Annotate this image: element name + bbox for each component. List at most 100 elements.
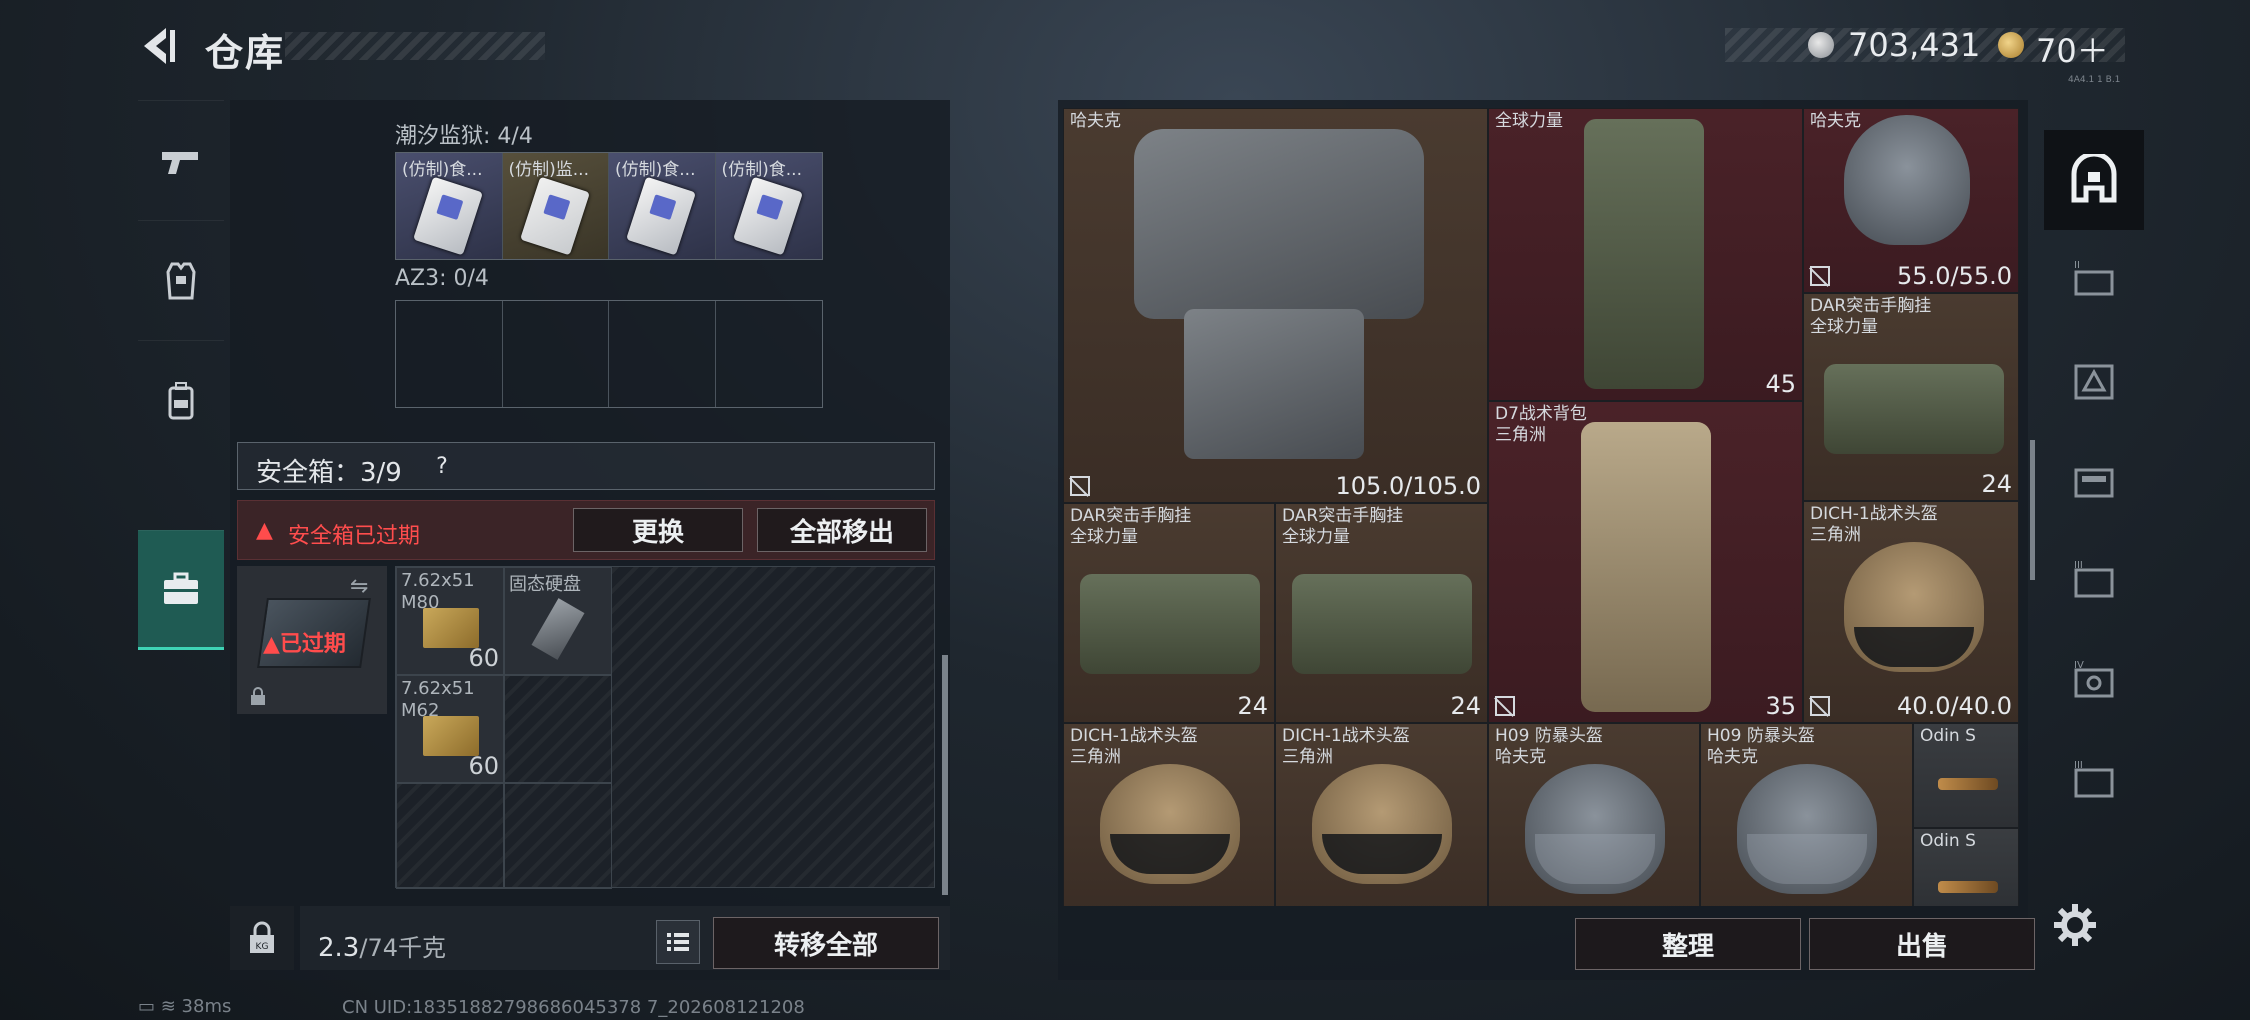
storage-item-d7-backpack[interactable]: D7战术背包 三角洲 35 [1488, 401, 1803, 723]
scope-image [1938, 778, 1998, 790]
keycard-icon [626, 176, 696, 256]
move-all-out-button[interactable]: 全部移出 [757, 508, 927, 552]
rail-safebox[interactable] [138, 530, 224, 650]
storage-item-backpack[interactable]: 全球力量 45 [1488, 108, 1803, 401]
category-rail [138, 100, 224, 680]
status-indicator: ▭ ≋ 38ms [138, 996, 232, 1017]
tab-storage-5[interactable]: IV [2044, 630, 2144, 730]
tab-storage-2[interactable] [2044, 330, 2144, 430]
storage-sub-icon: II [2074, 260, 2114, 296]
svg-text:III: III [2074, 760, 2083, 771]
expired-warning-text: 安全箱已过期 [288, 524, 421, 549]
storage-item-helmet[interactable]: 哈夫克 55.0/55.0 [1803, 108, 2019, 293]
storage-item-chest-rig[interactable]: DAR突击手胸挂 全球力量 24 [1803, 293, 2019, 501]
chest-rig-image [1080, 574, 1260, 674]
gold-coin-icon [1998, 32, 2024, 58]
container-slot[interactable]: (仿制)监... [502, 153, 609, 259]
silver-amount: 703,431 [1848, 26, 1981, 64]
rail-backpack[interactable] [138, 340, 224, 460]
storage-sub-icon: IV [2074, 660, 2114, 698]
replace-button[interactable]: 更换 [573, 508, 743, 552]
empty-slot[interactable] [503, 301, 609, 407]
storage-item-armor[interactable]: 哈夫克 105.0/105.0 [1063, 108, 1488, 503]
tab-storage-3[interactable] [2044, 430, 2144, 530]
storage-grid: 哈夫克 105.0/105.0 全球力量 45 哈夫克 55.0/55.0 DA… [1063, 108, 2019, 906]
rail-weapons[interactable] [138, 100, 224, 220]
storage-sub-icon: III [2074, 560, 2114, 598]
chest-rig-image [1824, 364, 2004, 454]
container-slot[interactable]: (仿制)食... [396, 153, 503, 259]
page-title: 仓库 [205, 31, 286, 75]
arrange-button[interactable]: 整理 [1575, 918, 1801, 970]
storage-sub-icon: III [2074, 760, 2114, 798]
svg-text:III: III [2074, 560, 2083, 571]
help-icon[interactable]: ? [427, 452, 457, 482]
empty-slot[interactable] [716, 301, 823, 407]
vest-icon [166, 262, 196, 299]
storage-item-scope[interactable]: Odin S [1913, 723, 2019, 828]
d7-backpack-image [1581, 422, 1711, 712]
kg-lock-icon: KG [250, 921, 274, 953]
storage-item-chest-rig[interactable]: DAR突击手胸挂 全球力量 24 [1063, 503, 1275, 723]
keycard-icon [732, 176, 803, 256]
chest-rig-image [1292, 574, 1472, 674]
ammo-box-icon [423, 608, 479, 648]
left-scrollbar[interactable] [942, 655, 948, 895]
ssd-slot[interactable]: 固态硬盘 [504, 567, 612, 675]
empty-slot[interactable] [504, 675, 612, 783]
sell-button[interactable]: 出售 [1809, 918, 2035, 970]
silver-coin-icon [1808, 32, 1834, 58]
gold-amount[interactable]: 70＋ [2036, 26, 2109, 72]
marked-icon [1495, 696, 1515, 716]
gear-icon[interactable] [2050, 900, 2100, 950]
tidal-prison-slots: (仿制)食... (仿制)监... (仿制)食... (仿制)食... [395, 152, 823, 260]
back-icon[interactable] [136, 24, 180, 68]
ammo-box-icon [423, 716, 479, 756]
backpack-icon [168, 381, 194, 419]
storage-item-helmet[interactable]: DICH-1战术头盔 三角洲 [1275, 723, 1488, 906]
safe-box-grid: 7.62x51 M80 60 固态硬盘 7.62x51 M62 60 [395, 566, 935, 889]
armor-vest-lower [1184, 309, 1364, 459]
list-icon [667, 933, 689, 951]
storage-sub-icon [2074, 364, 2114, 400]
empty-slot[interactable] [396, 783, 504, 889]
transfer-all-button[interactable]: 转移全部 [713, 917, 939, 969]
storage-item-helmet[interactable]: DICH-1战术头盔 三角洲 40.0/40.0 [1803, 501, 2019, 723]
tab-main-storage[interactable] [2044, 130, 2144, 230]
swap-icon[interactable]: ⇋ [350, 574, 368, 599]
empty-slot[interactable] [609, 301, 716, 407]
storage-item-riot-helmet[interactable]: H09 防暴头盔 哈夫克 [1700, 723, 1913, 906]
tidal-prison-label: 潮汐监狱: 4/4 [395, 124, 533, 149]
weight-value: 2.3/74千克 [318, 933, 446, 963]
riot-visor-image [1747, 834, 1867, 884]
empty-slot[interactable] [396, 301, 503, 407]
svg-text:IV: IV [2074, 660, 2084, 671]
tab-storage-1[interactable]: II [2044, 230, 2144, 330]
storage-item-helmet[interactable]: DICH-1战术头盔 三角洲 [1063, 723, 1275, 906]
safe-box-label: 安全箱：3/9 [256, 458, 402, 488]
briefcase-icon [164, 572, 198, 604]
marked-icon [1810, 266, 1830, 286]
backpack-image [1584, 119, 1704, 389]
rail-armor[interactable] [138, 220, 224, 340]
storage-tabs: II III IV III [2044, 130, 2144, 930]
marked-icon [1070, 476, 1090, 496]
storage-home-icon [2071, 154, 2117, 203]
keycard-icon [413, 176, 483, 256]
storage-item-chest-rig[interactable]: DAR突击手胸挂 全球力量 24 [1275, 503, 1488, 723]
storage-item-riot-helmet[interactable]: H09 防暴头盔 哈夫克 [1488, 723, 1700, 906]
tab-storage-6[interactable]: III [2044, 730, 2144, 830]
tab-storage-4[interactable]: III [2044, 530, 2144, 630]
right-scrollbar[interactable] [2030, 440, 2035, 580]
container-slot[interactable]: (仿制)食... [715, 153, 822, 259]
empty-slot[interactable] [504, 783, 612, 889]
svg-text:KG: KG [256, 942, 269, 952]
expired-badge: ▲已过期 [263, 632, 346, 657]
container-slot[interactable]: (仿制)食... [609, 153, 716, 259]
az3-label: AZ3: 0/4 [395, 266, 489, 291]
storage-item-scope[interactable]: Odin S [1913, 828, 2019, 906]
ammo-slot[interactable]: 7.62x51 M80 60 [396, 567, 504, 675]
list-view-button[interactable] [656, 920, 700, 964]
ammo-slot[interactable]: 7.62x51 M62 60 [396, 675, 504, 783]
weight-lock-button[interactable]: KG [230, 906, 294, 970]
